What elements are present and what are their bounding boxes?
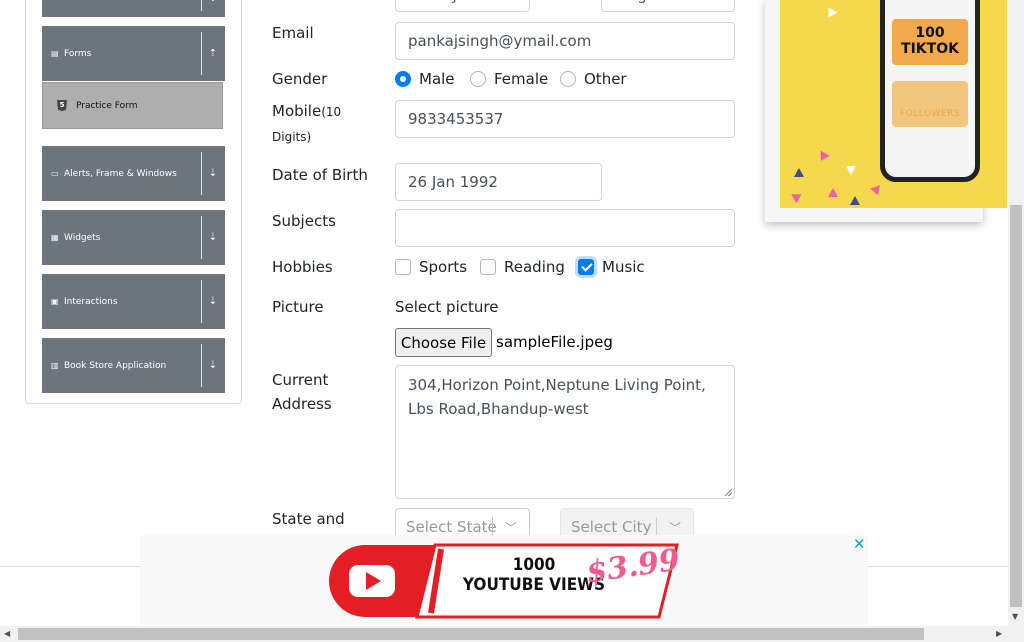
state-city-label: State and [272, 510, 345, 528]
expand-arrow-icon: ⇣ [207, 0, 219, 17]
scroll-down-arrow-icon[interactable]: ▼ [1012, 612, 1018, 621]
gender-other-radio[interactable] [560, 71, 576, 87]
gender-label: Gender [272, 70, 328, 88]
group-separator [201, 0, 202, 11]
mobile-label-note: (10 [321, 105, 342, 119]
address-label-line2: Address [272, 395, 332, 413]
confetti-shape [794, 168, 804, 177]
collapse-arrow-icon: ⇡ [208, 48, 218, 59]
gender-female-label[interactable]: Female [494, 70, 548, 88]
group-separator [201, 216, 202, 259]
gender-female-radio[interactable] [470, 71, 486, 87]
expand-arrow-icon: ⇣ [208, 360, 218, 371]
confetti-shape [788, 189, 802, 204]
email-field[interactable]: pankajsingh@ymail.com [395, 22, 735, 60]
select-separator [656, 517, 657, 537]
mobile-label-note2: Digits) [272, 130, 312, 144]
first-name-input[interactable]: Pankaj [395, 0, 530, 12]
vertical-scrollbar-thumb[interactable] [1010, 205, 1022, 607]
gender-male-label[interactable]: Male [419, 70, 455, 88]
select-separator [492, 517, 493, 537]
last-name-input[interactable]: Singh [601, 0, 735, 12]
address-label-line1: Current [272, 371, 329, 389]
confetti-shape [850, 196, 860, 205]
mobile-field[interactable]: 9833453537 [395, 100, 735, 138]
hobby-reading-label[interactable]: Reading [504, 258, 565, 276]
hobby-sports-label[interactable]: Sports [419, 258, 467, 276]
followers-box: FOLLOWERS [892, 81, 968, 127]
current-address-label: Current Address [272, 368, 332, 416]
expand-arrow-icon: ⇣ [208, 232, 218, 243]
picture-label: Picture [272, 298, 324, 316]
address-line-2: Lbs Road,Bhandup-west [408, 400, 589, 418]
grid-icon: ▦ [51, 233, 59, 242]
sidebar-group-widgets[interactable]: ▦ Widgets ⇣ [42, 210, 225, 265]
list-icon: ▤ [51, 49, 59, 58]
sidebar-group-forms[interactable]: ▤ Forms ⇡ [42, 26, 225, 81]
confetti-shape [870, 181, 884, 196]
confetti-shape [828, 188, 838, 197]
hobby-music-checkbox[interactable] [578, 259, 594, 275]
window-icon: ▭ [51, 169, 59, 178]
confetti-shape [816, 148, 830, 161]
hobby-music-label[interactable]: Music [602, 258, 645, 276]
sidebar-group-book-store[interactable]: ▥ Book Store Application ⇣ [42, 338, 225, 393]
hobbies-label: Hobbies [272, 258, 333, 276]
choose-file-button[interactable]: Choose File [395, 328, 492, 357]
group-separator [201, 32, 202, 75]
gender-male-radio[interactable] [395, 71, 411, 87]
tiktok-ad[interactable]: 100 TIKTOK FOLLOWERS [765, 0, 1007, 222]
confetti-shape [846, 166, 856, 175]
group-separator [201, 152, 202, 195]
html5-icon: 5 [57, 100, 67, 111]
selected-file-name: sampleFile.jpeg [496, 333, 613, 351]
books-icon: ▥ [51, 361, 59, 370]
gender-other-label[interactable]: Other [584, 70, 627, 88]
ad-background: 100 TIKTOK FOLLOWERS [780, 0, 1007, 208]
mobile-label: Mobile(10 Digits) [272, 102, 342, 144]
subjects-input[interactable] [395, 209, 735, 247]
current-address-textarea[interactable]: 304,Horizon Point,Neptune Living Point, … [395, 365, 735, 499]
hobby-reading-checkbox[interactable] [480, 259, 496, 275]
state-placeholder: Select State [406, 518, 497, 536]
email-label: Email [272, 24, 314, 42]
hobby-sports-checkbox[interactable] [395, 259, 411, 275]
select-picture-label: Select picture [395, 298, 499, 316]
sidebar-group-alerts[interactable]: ▭ Alerts, Frame & Windows ⇣ [42, 146, 225, 201]
scroll-left-arrow-icon[interactable]: ◀ [4, 629, 10, 638]
expand-arrow-icon: ⇣ [208, 296, 218, 307]
sidebar-item-label: Practice Form [76, 100, 138, 111]
address-line-1: 304,Horizon Point,Neptune Living Point, [408, 376, 706, 394]
mobile-label-text: Mobile [272, 102, 322, 120]
confetti-shape [828, 7, 838, 18]
youtube-views-text: 1000 YOUTUBE VIEWS [463, 555, 605, 595]
interactions-icon: ▣ [51, 297, 59, 306]
group-separator [201, 344, 202, 387]
ad-close-icon[interactable]: ✕ [853, 535, 866, 553]
tiktok-count: 100 [915, 25, 945, 41]
city-placeholder: Select City [571, 518, 652, 536]
dob-field[interactable]: 26 Jan 1992 [395, 163, 602, 201]
youtube-views-label: YOUTUBE VIEWS [462, 575, 606, 595]
scroll-right-arrow-icon[interactable]: ▶ [996, 629, 1002, 638]
dob-label: Date of Birth [272, 166, 368, 184]
phone-graphic: 100 TIKTOK FOLLOWERS [880, 0, 980, 182]
resize-handle-icon[interactable] [725, 489, 732, 496]
sidebar-item-practice-form[interactable]: 5 Practice Form [42, 82, 223, 129]
sidebar-group-interactions[interactable]: ▣ Interactions ⇣ [42, 274, 225, 329]
sidebar-group-elements[interactable]: ⇣ [42, 0, 225, 17]
subjects-label: Subjects [272, 212, 336, 230]
tiktok-brand: TIKTOK [901, 41, 959, 57]
group-separator [201, 280, 202, 323]
tiktok-offer: 100 TIKTOK [892, 19, 968, 65]
expand-arrow-icon: ⇣ [208, 168, 218, 179]
horizontal-scrollbar-thumb[interactable] [18, 628, 924, 640]
youtube-views-ad[interactable]: 1000 YOUTUBE VIEWS $3.99 [140, 535, 868, 625]
